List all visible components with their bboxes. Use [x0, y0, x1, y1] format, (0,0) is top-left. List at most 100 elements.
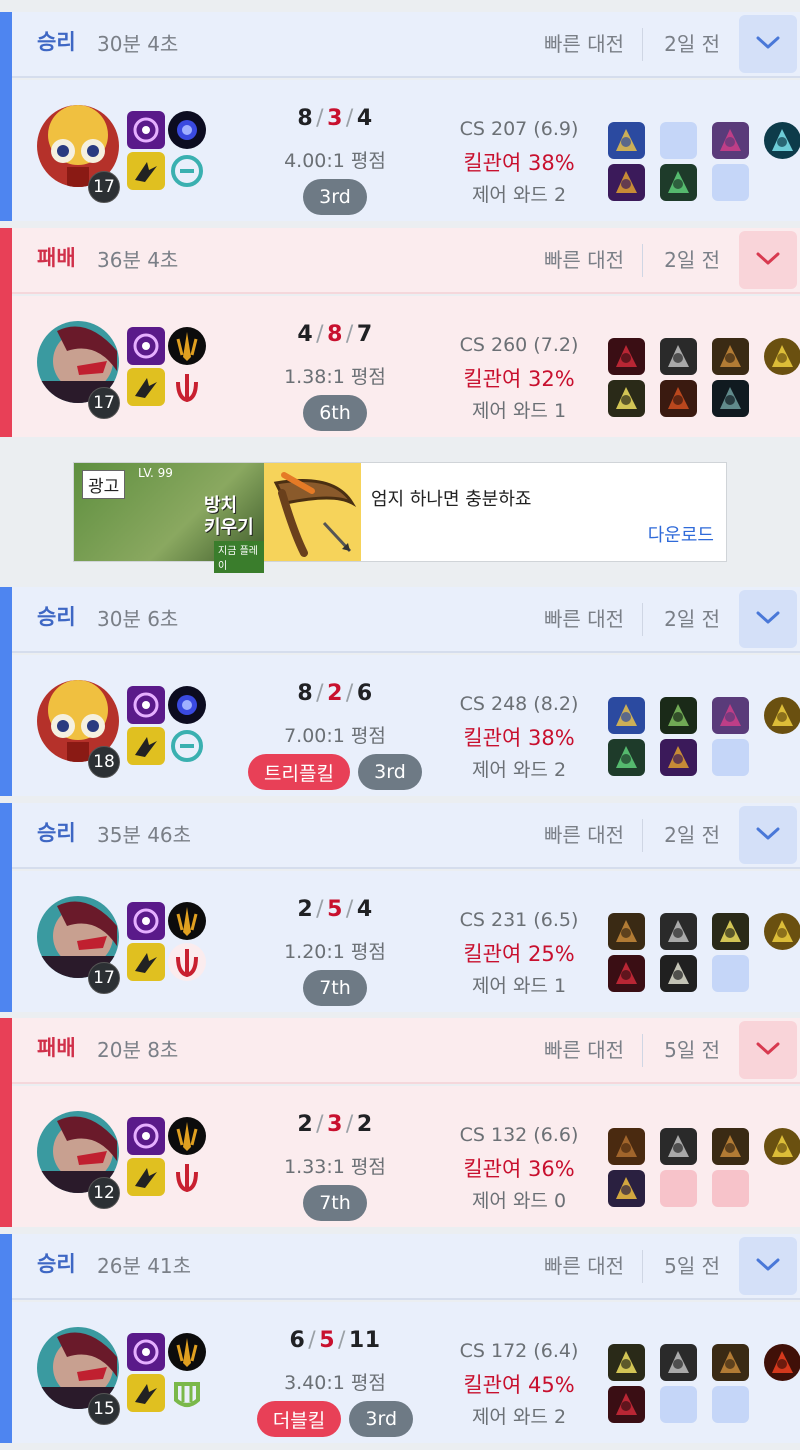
item-brown-shield-icon[interactable]	[608, 1128, 645, 1165]
placement-badge: 6th	[303, 395, 367, 431]
kda-separator: /	[345, 681, 354, 706]
champion-level-badge: 18	[88, 746, 120, 778]
ad-banner[interactable]: LV. 99 방치 키우기 지금 플레이 광고 엄지 하나면 충분하죠 다운로드	[73, 462, 727, 573]
kda-ratio: 1.20:1 평점	[284, 941, 386, 963]
kda-kills: 8	[297, 681, 314, 706]
item-green-boots-icon[interactable]	[660, 164, 697, 201]
chevron-down-icon	[756, 610, 780, 629]
expand-details-button[interactable]	[739, 15, 797, 73]
badge-row: 6th	[220, 395, 450, 431]
creep-score: CS 132 (6.6)	[459, 1124, 579, 1146]
item-red-armor-icon[interactable]	[608, 955, 645, 992]
kda-assists: 4	[356, 106, 373, 131]
item-lightning-blade-icon[interactable]	[608, 1344, 645, 1381]
item-bronze-hammer-icon[interactable]	[712, 338, 749, 375]
expand-details-button[interactable]	[739, 590, 797, 648]
match-time-ago: 2일 전	[664, 32, 720, 56]
item-grey-boots-icon[interactable]	[660, 1344, 697, 1381]
item-dark-sword-icon[interactable]	[712, 380, 749, 417]
match-card[interactable]: 승리 26분 41초 빠른 대전 5일 전 15 6/5/11 3.40:1 평점 더블킬 3r…	[0, 1234, 800, 1443]
item-bronze-hammer-icon[interactable]	[712, 1344, 749, 1381]
placement-badge: 3rd	[303, 179, 367, 215]
expand-details-button[interactable]	[739, 806, 797, 864]
match-card[interactable]: 승리 35분 46초 빠른 대전 2일 전 17 2/5/4 1.20:1 평점 7th CS …	[0, 803, 800, 1012]
kda-assists: 6	[356, 681, 373, 706]
kda-deaths: 5	[319, 1328, 335, 1353]
kda-score: 4/8/7	[250, 322, 420, 347]
result-accent-bar	[0, 1234, 12, 1443]
match-duration: 30분 4초	[97, 32, 179, 56]
match-duration: 35분 46초	[97, 823, 192, 847]
item-bronze-hammer-icon[interactable]	[608, 913, 645, 950]
item-purple-crown-icon[interactable]	[608, 164, 645, 201]
kda-deaths: 2	[327, 681, 343, 706]
champion-level-badge: 17	[88, 171, 120, 203]
match-card[interactable]: 승리 30분 6초 빠른 대전 2일 전 18 8/2/6 7.00:1 평점 트리플킬 3rd…	[0, 587, 800, 796]
item-purple-spider-icon[interactable]	[712, 697, 749, 734]
item-grey-boots-icon[interactable]	[660, 913, 697, 950]
item-red-armor-icon[interactable]	[608, 338, 645, 375]
match-time-ago: 2일 전	[664, 823, 720, 847]
ad-bow-image[interactable]	[264, 463, 361, 561]
creep-score: CS 172 (6.4)	[459, 1340, 579, 1362]
match-time-ago: 5일 전	[664, 1038, 720, 1062]
item-green-claws-icon[interactable]	[660, 697, 697, 734]
kda-separator: /	[316, 322, 325, 347]
queue-type: 빠른 대전	[544, 607, 624, 631]
kda-separator: /	[316, 1112, 325, 1137]
placement-badge: 3rd	[349, 1401, 414, 1437]
item-gold-lantern-trinket-icon[interactable]	[764, 338, 800, 375]
result-accent-bar	[0, 587, 12, 796]
item-silver-sword-icon[interactable]	[660, 955, 697, 992]
item-gold-lantern-trinket-icon[interactable]	[764, 1128, 800, 1165]
item-gold-amulet-icon[interactable]	[608, 697, 645, 734]
expand-details-button[interactable]	[739, 1021, 797, 1079]
match-result: 승리	[37, 821, 76, 845]
item-lightning-blade-icon[interactable]	[712, 913, 749, 950]
kda-kills: 6	[289, 1328, 306, 1353]
kda-score: 2/3/2	[250, 1112, 420, 1137]
badge-row: 7th	[220, 970, 450, 1006]
ad-label: 광고	[82, 470, 126, 499]
item-purple-spider-icon[interactable]	[712, 122, 749, 159]
expand-details-button[interactable]	[739, 231, 797, 289]
item-blue-orb-trinket-icon[interactable]	[764, 122, 800, 159]
item-lightning-blade-icon[interactable]	[608, 380, 645, 417]
item-bronze-hammer-icon[interactable]	[712, 1128, 749, 1165]
item-red-bow-icon[interactable]	[660, 380, 697, 417]
kda-separator: /	[316, 681, 325, 706]
badge-row: 더블킬 3rd	[220, 1401, 450, 1437]
item-gold-staff-icon[interactable]	[608, 1170, 645, 1207]
match-card[interactable]: 승리 30분 4초 빠른 대전 2일 전 17 8/3/4 4.00:1 평점 3rd CS 2…	[0, 12, 800, 221]
expand-details-button[interactable]	[739, 1237, 797, 1295]
badge-row: 3rd	[220, 179, 450, 215]
item-grey-boots-icon[interactable]	[660, 1128, 697, 1165]
rune-gold-precision-icon	[168, 1117, 206, 1155]
item-green-boots-icon[interactable]	[608, 739, 645, 776]
kda-separator: /	[345, 106, 354, 131]
item-red-armor-icon[interactable]	[608, 1386, 645, 1423]
item-gold-amulet-icon[interactable]	[608, 122, 645, 159]
item-red-lens-trinket-icon[interactable]	[764, 1344, 800, 1381]
kda-score: 6/5/11	[250, 1328, 420, 1353]
match-card[interactable]: 패배 20분 8초 빠른 대전 5일 전 12 2/3/2 1.33:1 평점 7th CS 1…	[0, 1018, 800, 1227]
chevron-down-icon	[756, 1041, 780, 1060]
ad-download-button[interactable]: 다운로드	[648, 521, 714, 547]
item-gold-lantern-trinket-icon[interactable]	[764, 913, 800, 950]
match-header: 패배 36분 4초 빠른 대전 2일 전	[12, 228, 800, 294]
kda-kills: 8	[297, 106, 314, 131]
match-card[interactable]: 패배 36분 4초 빠른 대전 2일 전 17 4/8/7 1.38:1 평점 6th CS 2…	[0, 228, 800, 437]
kill-participation: 킬관여 38%	[463, 726, 575, 750]
kda-ratio: 7.00:1 평점	[284, 725, 386, 747]
item-purple-crown-icon[interactable]	[660, 739, 697, 776]
flash-spell-icon	[127, 686, 165, 724]
champion-level-badge: 17	[88, 962, 120, 994]
control-wards: 제어 와드 0	[471, 1190, 567, 1212]
ad-image-play-button[interactable]: 지금 플레이	[214, 541, 264, 573]
item-gold-lantern-trinket-icon[interactable]	[764, 697, 800, 734]
ad-headline[interactable]: 엄지 하나면 충분하죠	[371, 485, 531, 511]
kda-ratio: 1.33:1 평점	[284, 1156, 386, 1178]
kda-deaths: 3	[327, 1112, 343, 1137]
item-grey-boots-icon[interactable]	[660, 338, 697, 375]
badge-row: 7th	[220, 1185, 450, 1221]
